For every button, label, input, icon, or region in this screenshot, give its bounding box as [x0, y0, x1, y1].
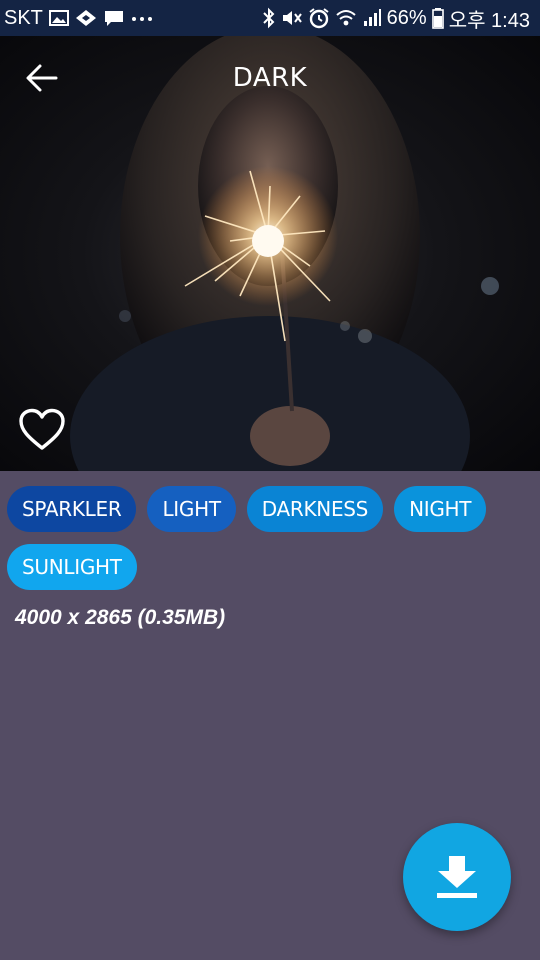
heart-outline-icon [19, 408, 65, 450]
carrier-label: SKT [4, 6, 43, 29]
page-title: DARK [232, 63, 308, 93]
app-bar: DARK [0, 36, 540, 120]
arrow-left-icon [26, 64, 58, 92]
tag-label: NIGHT [409, 497, 472, 521]
tag-chip[interactable]: SPARKLER [7, 486, 137, 532]
tag-label: SPARKLER [22, 497, 122, 521]
download-button[interactable] [403, 823, 511, 931]
app-notification-icon [75, 9, 97, 27]
battery-icon [431, 7, 444, 29]
signal-icon [362, 8, 382, 28]
back-button[interactable] [20, 56, 64, 100]
tag-label: DARKNESS [261, 497, 369, 521]
mute-icon [281, 8, 303, 28]
download-icon [437, 856, 477, 898]
battery-percent: 66% [386, 6, 427, 29]
alarm-icon [308, 7, 330, 29]
status-left: SKT [0, 7, 153, 30]
tag-chip[interactable]: LIGHT [147, 486, 236, 532]
wifi-icon [335, 8, 357, 28]
image-icon [48, 9, 69, 27]
tag-chip[interactable]: NIGHT [394, 486, 487, 532]
more-dots-icon [131, 13, 153, 23]
message-icon [103, 9, 125, 27]
clock: 오후 1:43 [448, 9, 530, 32]
tag-chip[interactable]: DARKNESS [246, 486, 384, 532]
tag-list: SPARKLER LIGHT DARKNESS NIGHT SUNLIGHT [7, 486, 533, 590]
bluetooth-icon [262, 7, 276, 29]
favorite-button[interactable] [16, 404, 68, 456]
status-right: 66% 오후 1:43 [262, 4, 540, 33]
tag-label: SUNLIGHT [22, 555, 122, 579]
tag-label: LIGHT [162, 497, 221, 521]
tag-chip[interactable]: SUNLIGHT [7, 544, 137, 590]
image-dimensions: 4000 x 2865 (0.35MB) [15, 606, 226, 629]
status-bar: SKT 66% 오후 1:43 [0, 0, 540, 36]
